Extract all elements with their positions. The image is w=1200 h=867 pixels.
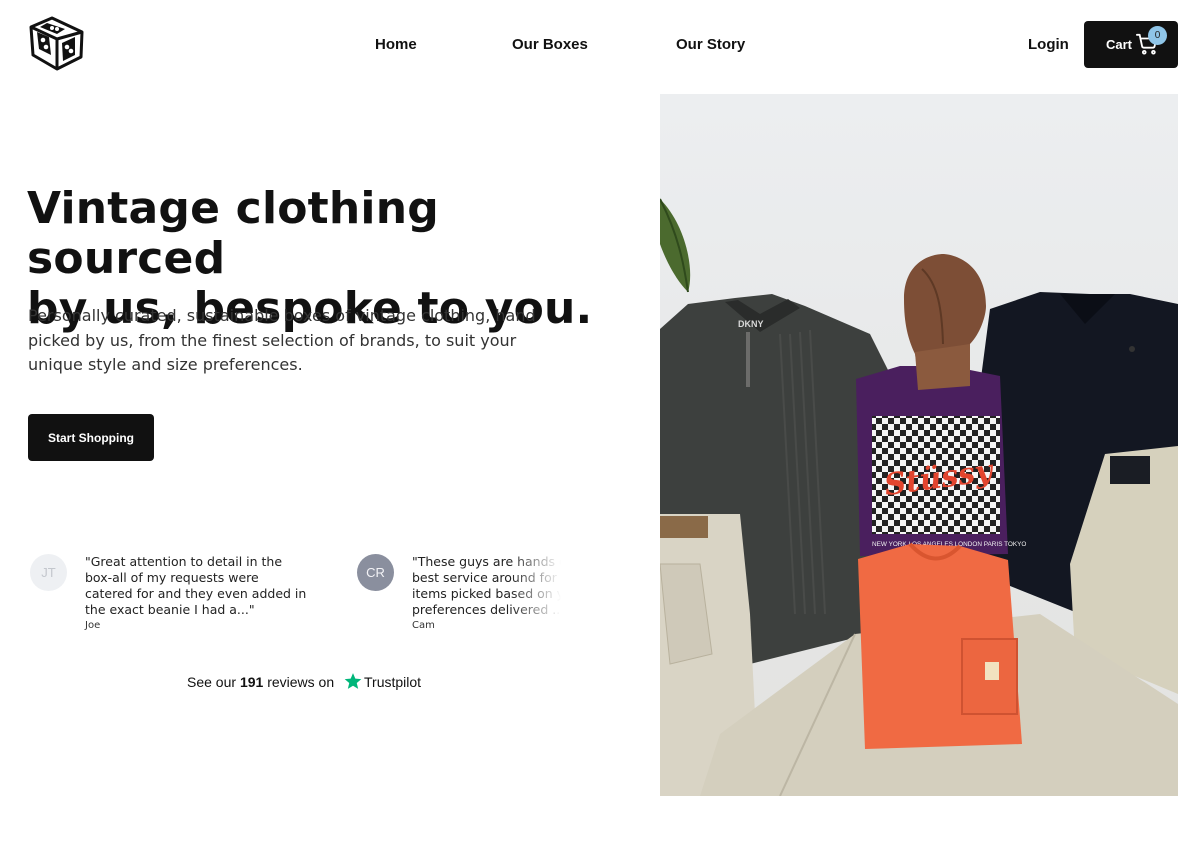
brand-logo[interactable] [27, 15, 85, 71]
review-count: 191 [239, 674, 264, 690]
review-text: "These guys are hands down the best serv… [412, 554, 570, 617]
trustpilot-star-icon [344, 672, 362, 690]
review-card: JT "Great attention to detail in the box… [30, 550, 330, 640]
login-link[interactable]: Login [1028, 36, 1069, 53]
hero-headline-line1: Vintage clothing sourced [27, 183, 439, 284]
hero-subtext: Personally curated, sustainable boxes of… [28, 306, 536, 374]
start-shopping-button[interactable]: Start Shopping [28, 414, 154, 461]
nav-our-story[interactable]: Our Story [676, 36, 745, 53]
avatar: CR [357, 554, 394, 591]
reviews-carousel[interactable]: JT "Great attention to detail in the box… [30, 550, 570, 640]
cart-label: Cart [1106, 37, 1133, 52]
cart-button[interactable]: Cart 0 [1084, 21, 1178, 68]
nav-our-boxes[interactable]: Our Boxes [512, 36, 588, 53]
review-card: CR "These guys are hands down the best s… [357, 550, 570, 640]
cart-count-badge: 0 [1148, 26, 1167, 45]
trustpilot-prefix: See our [187, 674, 237, 690]
review-author: Joe [85, 620, 101, 631]
hero-image: DKNY Stüssy NEW YORK LOS ANGELES LONDON … [660, 94, 1178, 796]
dkny-label: DKNY [738, 319, 764, 329]
review-author: Cam [412, 620, 435, 631]
nav-home[interactable]: Home [375, 36, 417, 53]
review-text: "Great attention to detail in the box-al… [85, 554, 307, 617]
trustpilot-brand: Trustpilot [364, 674, 422, 690]
trustpilot-middle: reviews on [267, 674, 335, 690]
avatar: JT [30, 554, 67, 591]
trustpilot-link[interactable]: See our 191 reviews on Trustpilot [187, 672, 421, 690]
